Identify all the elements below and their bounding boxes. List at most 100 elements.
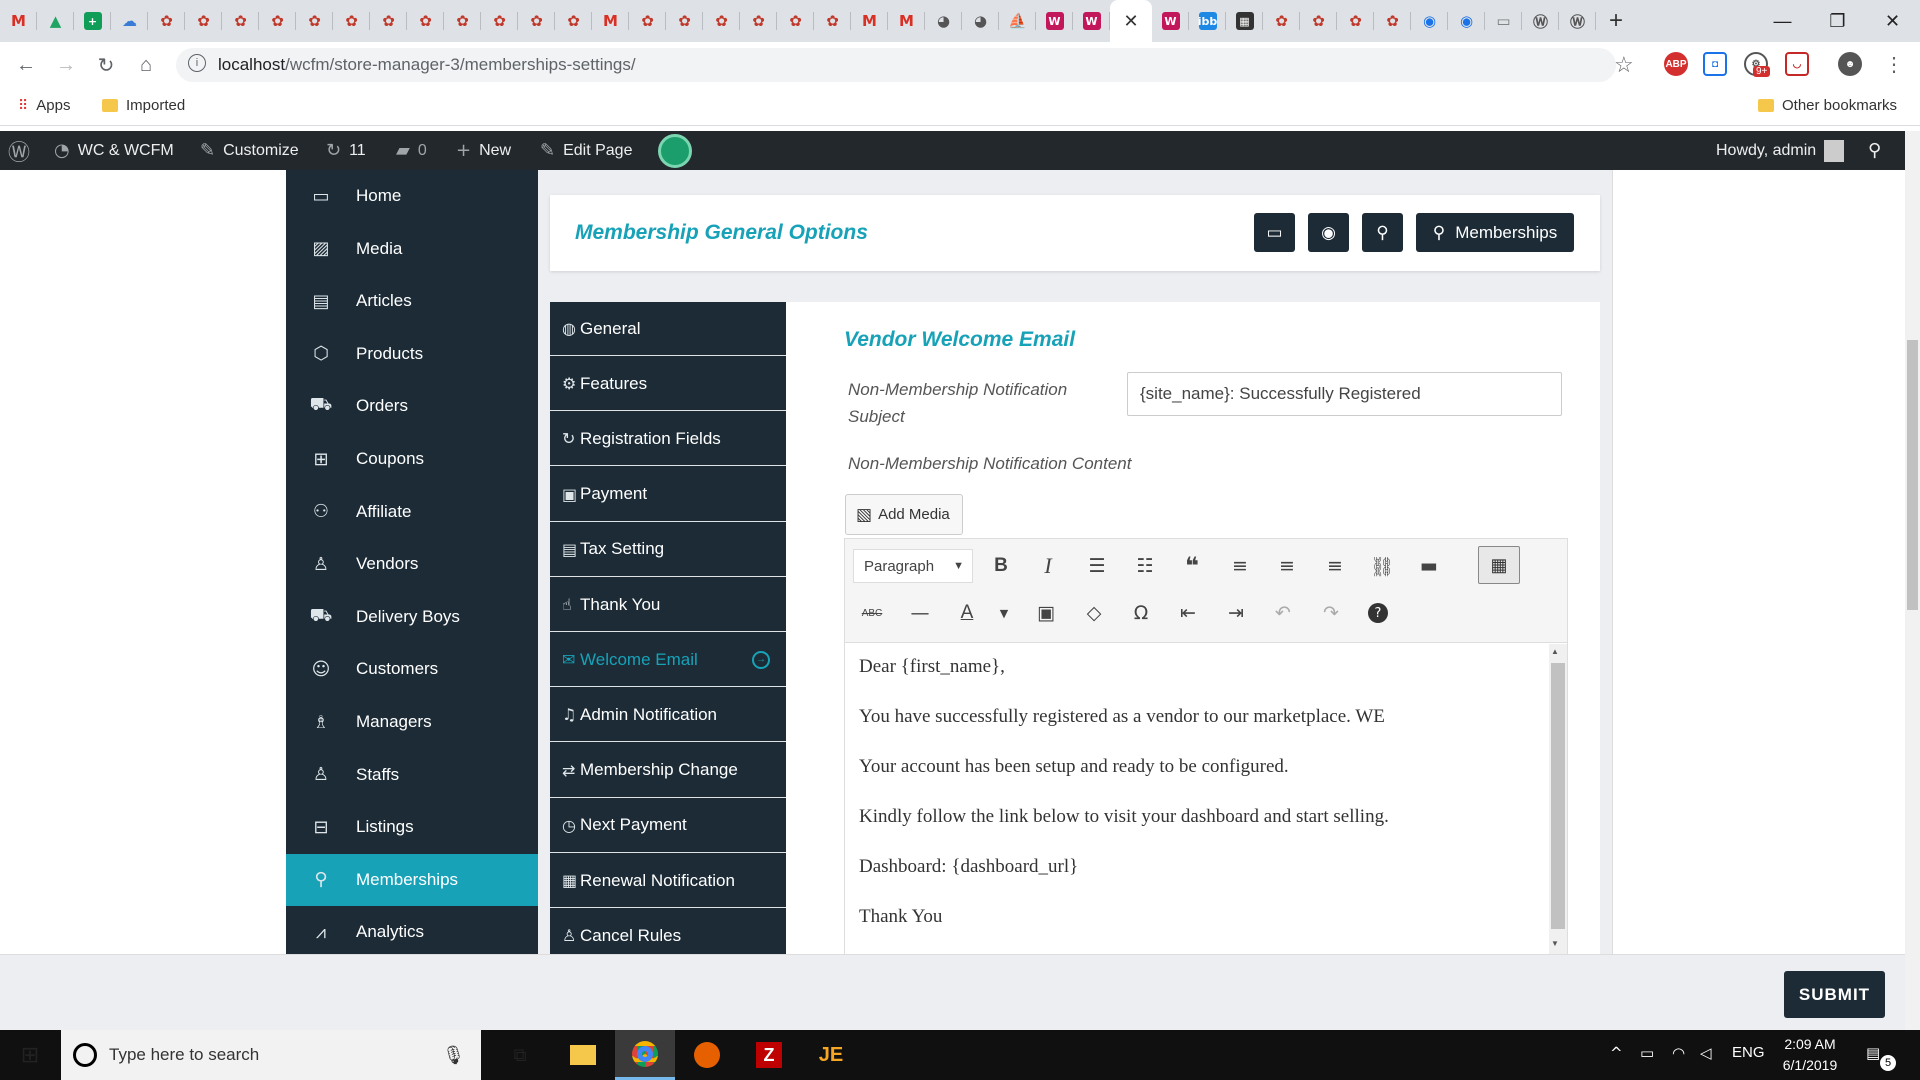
- forward-icon[interactable]: →: [52, 51, 80, 79]
- blockquote-button[interactable]: ❝: [1177, 551, 1207, 581]
- tab-wcfm-icon[interactable]: ✿: [481, 0, 518, 42]
- horizontal-line-button[interactable]: —: [905, 598, 935, 628]
- align-center-button[interactable]: ≡: [1272, 551, 1302, 581]
- chrome-app[interactable]: [615, 1030, 675, 1080]
- sidebar-item-memberships[interactable]: ⚲ Memberships: [286, 853, 538, 906]
- format-select[interactable]: Paragraph ▼: [853, 549, 973, 583]
- wordpress-logo[interactable]: Ⓦ: [8, 131, 30, 170]
- tab-woocommerce-icon[interactable]: W: [1073, 0, 1110, 42]
- sidebar-item-analytics[interactable]: ⩘ Analytics: [286, 906, 538, 954]
- sidebar-item-listings[interactable]: ⊟ Listings: [286, 801, 538, 853]
- tab-wcfm-icon[interactable]: ✿: [370, 0, 407, 42]
- tab-woocommerce-icon[interactable]: W: [1152, 0, 1189, 42]
- tab-wcfm-icon[interactable]: ✿: [629, 0, 666, 42]
- indent-button[interactable]: ⇥: [1221, 598, 1251, 628]
- tab-wordpress-icon[interactable]: Ⓦ: [1559, 0, 1596, 42]
- italic-button[interactable]: I: [1033, 551, 1063, 581]
- url-text[interactable]: localhost/wcfm/store-manager-3/membershi…: [218, 55, 636, 75]
- tab-wcfm-icon[interactable]: ✿: [666, 0, 703, 42]
- settings-tab-features[interactable]: ⚙ Features: [550, 357, 786, 412]
- tab-monitor-icon[interactable]: ▭: [1485, 0, 1522, 42]
- menu-icon[interactable]: ⋮: [1884, 52, 1904, 77]
- tab-wcfm-icon[interactable]: ✿: [444, 0, 481, 42]
- tab-phpmyadmin-icon[interactable]: ⛵: [999, 0, 1036, 42]
- pocket-icon[interactable]: ◡: [1785, 52, 1809, 76]
- tab-wcfm-icon[interactable]: ✿: [703, 0, 740, 42]
- tab-wcfm-icon[interactable]: ✿: [555, 0, 592, 42]
- bookmark-apps[interactable]: ⠿ Apps: [18, 97, 70, 114]
- text-color-dropdown[interactable]: ▼: [989, 598, 1019, 628]
- admin-account[interactable]: Howdy, admin: [1716, 131, 1845, 170]
- tab-active[interactable]: ✕: [1110, 0, 1152, 42]
- tab-wcfm-icon[interactable]: ✿: [407, 0, 444, 42]
- tab-globe-icon[interactable]: ◕: [962, 0, 999, 42]
- admin-search[interactable]: ⚲: [1868, 131, 1881, 170]
- tab-wcfm-icon[interactable]: ✿: [296, 0, 333, 42]
- bullet-list-button[interactable]: ☰: [1082, 551, 1112, 581]
- special-character-button[interactable]: Ω: [1126, 598, 1156, 628]
- admin-edit-page[interactable]: ✎ Edit Page: [540, 131, 632, 170]
- sidebar-item-media[interactable]: ▨ Media: [286, 223, 538, 275]
- tab-google-sheets-icon[interactable]: +: [74, 0, 111, 42]
- paste-text-button[interactable]: ▣: [1031, 598, 1061, 628]
- settings-tab-next-payment[interactable]: ◷ Next Payment: [550, 799, 786, 853]
- settings-tab-renewal-notification[interactable]: ▦ Renewal Notification: [550, 854, 786, 908]
- help-button[interactable]: ?: [1363, 598, 1393, 628]
- settings-tab-general[interactable]: ◍ General: [550, 302, 786, 356]
- editor-scrollbar-thumb[interactable]: [1551, 663, 1565, 929]
- profile-avatar[interactable]: ☻: [1838, 52, 1862, 76]
- tab-wcfm-icon[interactable]: ✿: [185, 0, 222, 42]
- tab-wcfm-icon[interactable]: ✿: [814, 0, 851, 42]
- align-right-button[interactable]: ≡: [1320, 551, 1350, 581]
- tab-wcfm-icon[interactable]: ✿: [1337, 0, 1374, 42]
- star-icon[interactable]: ☆: [1614, 52, 1634, 78]
- tab-browser-icon[interactable]: ◉: [1448, 0, 1485, 42]
- submit-button[interactable]: SUBMIT: [1784, 971, 1885, 1018]
- numbered-list-button[interactable]: ☷: [1130, 551, 1160, 581]
- task-view-button[interactable]: ⧉: [490, 1030, 550, 1080]
- text-color-button[interactable]: A: [952, 598, 982, 628]
- settings-tab-cancel-rules[interactable]: ♙ Cancel Rules: [550, 909, 786, 954]
- wcfm-admin-icon[interactable]: [658, 131, 692, 170]
- bookmark-imported[interactable]: Imported: [102, 97, 185, 114]
- tab-film-icon[interactable]: ▦: [1226, 0, 1263, 42]
- sidebar-item-affiliate[interactable]: ⚇ Affiliate: [286, 486, 538, 538]
- admin-customize[interactable]: ✎ Customize: [200, 131, 299, 170]
- outdent-button[interactable]: ⇤: [1173, 598, 1203, 628]
- sidebar-item-articles[interactable]: ▤ Articles: [286, 275, 538, 327]
- settings-tab-thank-you[interactable]: ☝ Thank You: [550, 578, 786, 632]
- settings-tab-membership-change[interactable]: ⇄ Membership Change: [550, 744, 786, 798]
- sidebar-item-vendors[interactable]: ♙ Vendors: [286, 538, 538, 590]
- scroll-up-icon[interactable]: ▲: [1551, 647, 1559, 656]
- tab-wcfm-icon[interactable]: ✿: [333, 0, 370, 42]
- video-tutorial-button[interactable]: ▭: [1254, 213, 1295, 252]
- tab-gmail-icon[interactable]: M: [888, 0, 925, 42]
- tab-wcfm-icon[interactable]: ✿: [222, 0, 259, 42]
- tab-wcfm-icon[interactable]: ✿: [1374, 0, 1411, 42]
- home-icon[interactable]: ⌂: [132, 51, 160, 79]
- tab-wcfm-icon[interactable]: ✿: [259, 0, 296, 42]
- tab-cloud-icon[interactable]: ☁: [111, 0, 148, 42]
- close-tab-icon[interactable]: ✕: [1123, 11, 1138, 32]
- bold-button[interactable]: B: [986, 551, 1016, 581]
- taskbar-clock[interactable]: 2:09 AM 6/1/2019: [1770, 1034, 1850, 1076]
- undo-button[interactable]: ↶: [1268, 598, 1298, 628]
- tab-gmail-icon[interactable]: M: [851, 0, 888, 42]
- battery-icon[interactable]: ▭: [1640, 1044, 1654, 1062]
- bookmark-other[interactable]: Other bookmarks: [1758, 97, 1897, 114]
- wifi-icon[interactable]: ◠: [1672, 1044, 1685, 1062]
- clear-formatting-button[interactable]: ◇: [1079, 598, 1109, 628]
- sidebar-item-products[interactable]: ⬡ Products: [286, 328, 538, 380]
- chevron-up-icon[interactable]: ^: [1610, 1044, 1623, 1062]
- jetbrains-app[interactable]: JE: [801, 1030, 861, 1080]
- memberships-button[interactable]: ⚲ Memberships: [1416, 213, 1574, 252]
- view-button[interactable]: ◉: [1308, 213, 1349, 252]
- tab-browser-icon[interactable]: ◉: [1411, 0, 1448, 42]
- tab-google-drive-icon[interactable]: ▲: [37, 0, 74, 42]
- sidebar-item-orders[interactable]: ⛟ Orders: [286, 380, 538, 432]
- adblock-icon[interactable]: ABP: [1664, 52, 1688, 76]
- scroll-down-icon[interactable]: ▼: [1551, 939, 1559, 948]
- close-window-button[interactable]: ✕: [1865, 0, 1920, 42]
- tab-wcfm-icon[interactable]: ✿: [518, 0, 555, 42]
- admin-site-name[interactable]: ◔ WC & WCFM: [54, 131, 174, 170]
